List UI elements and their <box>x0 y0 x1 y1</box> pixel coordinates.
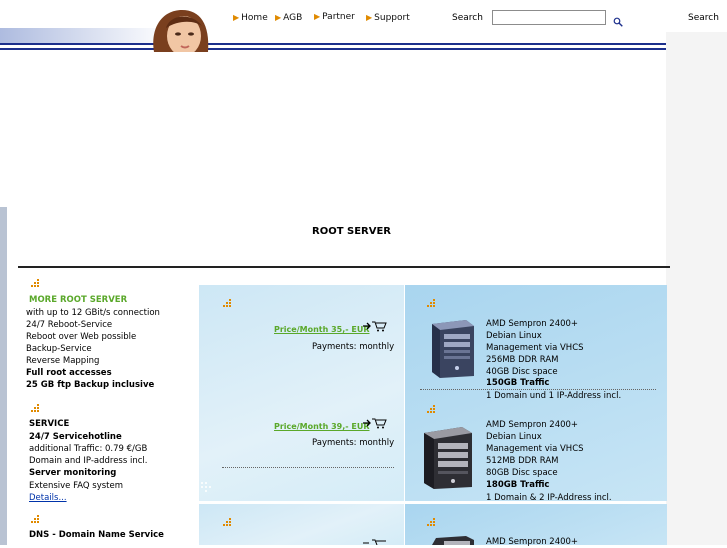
nav-line-bottom <box>0 48 666 50</box>
cart-icon[interactable] <box>363 538 387 545</box>
left-edge-bar <box>0 207 7 545</box>
server-image <box>432 320 474 378</box>
product-price-link[interactable]: Price/Month 35,- EUR <box>274 325 370 334</box>
spec-line: 150GB Traffic <box>486 378 550 388</box>
arrow-right-icon: ▶ <box>314 12 321 21</box>
nav-partner-label: Partner <box>322 12 355 22</box>
arrow-right-icon: ▶ <box>366 13 373 22</box>
spec-line: 512MB DDR RAM <box>486 456 559 466</box>
service-heading: SERVICE <box>29 419 70 429</box>
feature-line: 25 GB ftp Backup inclusive <box>26 380 155 390</box>
arrow-right-icon: ▶ <box>275 13 282 22</box>
arrow-right-icon: ▶ <box>233 13 240 22</box>
details-link[interactable]: Details... <box>29 493 67 503</box>
nav-support[interactable]: ▶ Support <box>366 13 410 23</box>
dots-icon <box>223 518 231 526</box>
dots-icon <box>427 518 435 526</box>
service-line: Domain and IP-address incl. <box>29 456 148 466</box>
decor-dots <box>201 482 211 492</box>
search-label: Search <box>452 13 483 23</box>
page-title: ROOT SERVER <box>312 226 392 237</box>
server-image <box>432 536 474 545</box>
nav-support-label: Support <box>374 13 410 23</box>
more-root-server-heading: MORE ROOT SERVER <box>29 295 128 305</box>
payment-text: Payments: monthly <box>312 438 395 448</box>
feature-line: with up to 12 GBit/s connection <box>26 308 160 318</box>
feature-line: Backup-Service <box>26 344 92 354</box>
model-photo <box>148 8 214 52</box>
service-line: Extensive FAQ system <box>29 481 123 491</box>
search-input[interactable] <box>492 10 606 25</box>
spec-line: 80GB Disc space <box>486 468 558 478</box>
product-price-link[interactable]: Price/Month 39,- EUR <box>274 422 370 431</box>
cart-icon[interactable] <box>363 320 387 332</box>
service-line: Server monitoring <box>29 468 117 478</box>
spec-line: Debian Linux <box>486 432 542 442</box>
nav-partner[interactable]: ▶ Partner <box>314 12 355 22</box>
spec-line: 1 Domain und 1 IP-Address incl. <box>486 391 622 401</box>
feature-line: Reboot over Web possible <box>26 332 137 342</box>
service-line: additional Traffic: 0.79 €/GB <box>29 444 148 454</box>
spec-line: Management via VHCS <box>486 444 584 454</box>
dots-icon <box>223 299 231 307</box>
nav-home-label: Home <box>241 13 268 23</box>
spec-line: Debian Linux <box>486 331 542 341</box>
dots-icon <box>31 404 39 412</box>
service-line: 24/7 Servicehotline <box>29 432 122 442</box>
spec-line: 256MB DDR RAM <box>486 355 559 365</box>
cart-icon[interactable] <box>363 417 387 429</box>
dns-heading: DNS - Domain Name Service <box>29 530 164 540</box>
spec-line: AMD Sempron 2400+ <box>486 420 579 430</box>
title-divider <box>18 266 670 268</box>
spec-line: AMD Sempron 2400+ <box>486 537 579 547</box>
dots-icon <box>31 279 39 287</box>
dots-icon <box>427 299 435 307</box>
spec-line: Management via VHCS <box>486 343 584 353</box>
feature-line: Full root accesses <box>26 368 112 378</box>
spec-line: 180GB Traffic <box>486 480 550 490</box>
nav-agb-label: AGB <box>283 13 303 23</box>
spec-line: AMD Sempron 2400+ <box>486 319 579 329</box>
right-gutter <box>666 32 727 545</box>
feature-line: 24/7 Reboot-Service <box>26 320 113 330</box>
search-right-label: Search <box>688 13 719 23</box>
payment-text: Payments: monthly <box>312 342 395 352</box>
nav-home[interactable]: ▶ Home <box>233 13 268 23</box>
product-panel-left <box>199 285 404 501</box>
search-icon[interactable] <box>613 12 623 31</box>
nav-agb[interactable]: ▶ AGB <box>275 13 302 23</box>
nav-line-top <box>0 43 666 45</box>
divider <box>222 467 394 468</box>
server-image <box>424 427 472 489</box>
dots-icon <box>31 515 39 523</box>
dots-icon <box>427 405 435 413</box>
header-fade <box>0 28 170 44</box>
feature-line: Reverse Mapping <box>26 356 100 366</box>
spec-line: 1 Domain & 2 IP-Address incl. <box>486 493 612 503</box>
